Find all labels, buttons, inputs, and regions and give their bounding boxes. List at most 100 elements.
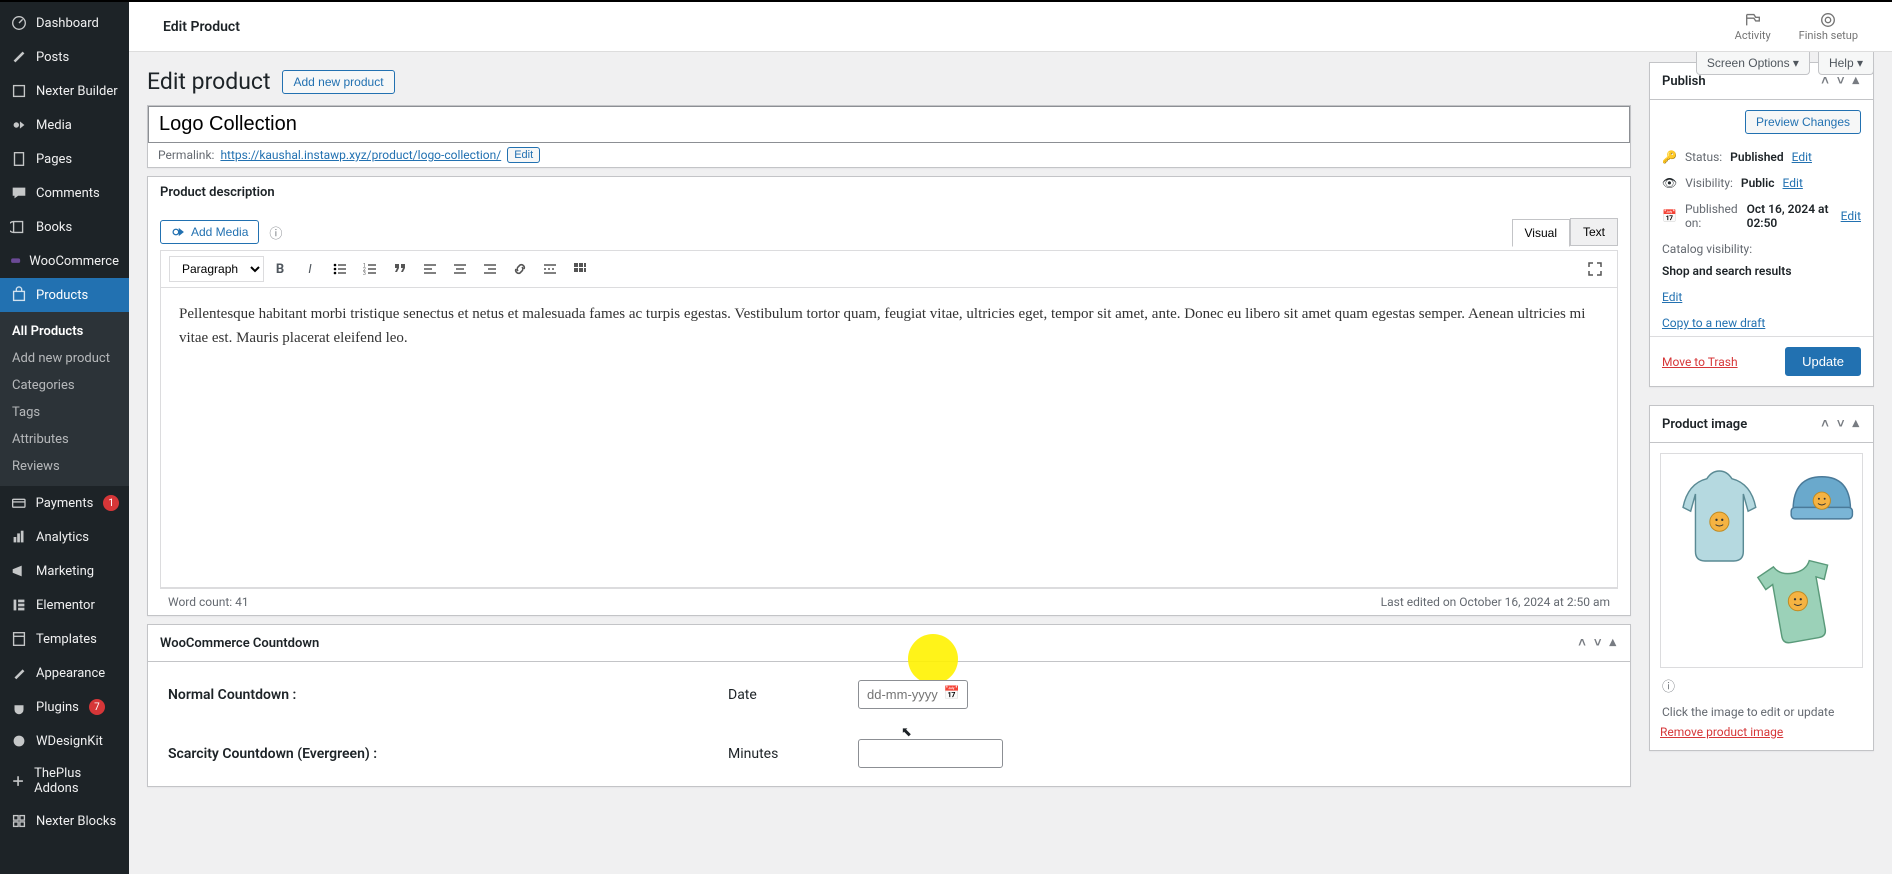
product-icon bbox=[10, 286, 28, 304]
visual-tab[interactable]: Visual bbox=[1512, 219, 1570, 247]
sidebar-item-pages[interactable]: Pages bbox=[0, 142, 129, 176]
quote-button[interactable] bbox=[386, 255, 414, 283]
move-up-icon[interactable]: ˄ bbox=[1819, 414, 1831, 434]
activity-link[interactable]: Activity bbox=[1735, 11, 1771, 42]
last-edited: Last edited on October 16, 2024 at 2:50 … bbox=[1381, 595, 1610, 609]
help-toggle[interactable]: Help ▾ bbox=[1818, 52, 1874, 75]
countdown-minutes-input[interactable] bbox=[858, 739, 1003, 768]
italic-button[interactable]: I bbox=[296, 255, 324, 283]
box-title: Publish bbox=[1662, 74, 1706, 89]
card-icon bbox=[10, 494, 28, 512]
move-up-icon[interactable]: ˄ bbox=[1576, 633, 1588, 653]
book-icon bbox=[10, 218, 28, 236]
minutes-label: Minutes bbox=[728, 746, 858, 762]
submenu-tags[interactable]: Tags bbox=[0, 399, 129, 426]
edit-catalog-link[interactable]: Edit bbox=[1662, 290, 1682, 304]
permalink-url[interactable]: https://kaushal.instawp.xyz/product/logo… bbox=[220, 148, 501, 162]
submenu-add-new[interactable]: Add new product bbox=[0, 345, 129, 372]
eye-icon: 👁 bbox=[1662, 176, 1677, 190]
woo-icon bbox=[10, 252, 21, 270]
permalink-row: Permalink: https://kaushal.instawp.xyz/p… bbox=[148, 143, 1630, 167]
toggle-box-icon[interactable]: ▴ bbox=[1850, 414, 1861, 434]
move-down-icon[interactable]: ˅ bbox=[1592, 633, 1604, 653]
template-icon bbox=[10, 630, 28, 648]
more-button[interactable] bbox=[536, 255, 564, 283]
submenu-attributes[interactable]: Attributes bbox=[0, 426, 129, 453]
bold-button[interactable]: B bbox=[266, 255, 294, 283]
sidebar-item-media[interactable]: Media bbox=[0, 108, 129, 142]
sidebar-item-comments[interactable]: Comments bbox=[0, 176, 129, 210]
comment-icon bbox=[10, 184, 28, 202]
move-down-icon[interactable]: ˅ bbox=[1835, 414, 1847, 434]
editor-content[interactable]: Pellentesque habitant morbi tristique se… bbox=[160, 288, 1618, 588]
submenu-categories[interactable]: Categories bbox=[0, 372, 129, 399]
calendar-icon[interactable]: 📅 bbox=[944, 686, 960, 701]
edit-permalink-button[interactable]: Edit bbox=[507, 147, 540, 163]
product-image[interactable] bbox=[1660, 453, 1863, 668]
sidebar-item-appearance[interactable]: Appearance bbox=[0, 656, 129, 690]
preview-changes-button[interactable]: Preview Changes bbox=[1745, 110, 1861, 134]
badge-count: 1 bbox=[103, 495, 119, 511]
box-icon bbox=[10, 82, 28, 100]
box-title: Product image bbox=[1662, 417, 1747, 432]
edit-status-link[interactable]: Edit bbox=[1792, 150, 1812, 164]
submenu-all-products[interactable]: All Products bbox=[0, 318, 129, 345]
toolbar-toggle-button[interactable] bbox=[566, 255, 594, 283]
link-button[interactable] bbox=[506, 255, 534, 283]
align-center-button[interactable] bbox=[446, 255, 474, 283]
submenu-reviews[interactable]: Reviews bbox=[0, 453, 129, 480]
woocommerce-countdown-box: WooCommerce Countdown ˄ ˅ ▴ Normal Count… bbox=[147, 624, 1631, 787]
box-title: Product description bbox=[160, 185, 275, 200]
nb-icon bbox=[10, 812, 28, 830]
sidebar-item-posts[interactable]: Posts bbox=[0, 40, 129, 74]
heading: Edit product bbox=[147, 68, 270, 95]
highlight-marker bbox=[908, 634, 958, 684]
sidebar-item-theplus[interactable]: ThePlus Addons bbox=[0, 758, 129, 804]
sidebar-item-analytics[interactable]: Analytics bbox=[0, 520, 129, 554]
screen-options-bar: Screen Options ▾ Help ▾ bbox=[1696, 52, 1874, 75]
topbar: Edit Product Activity Finish setup bbox=[129, 2, 1892, 52]
format-select[interactable]: Paragraph bbox=[169, 256, 264, 282]
add-media-button[interactable]: Add Media bbox=[160, 220, 259, 244]
align-left-button[interactable] bbox=[416, 255, 444, 283]
finish-setup-link[interactable]: Finish setup bbox=[1799, 11, 1858, 42]
sidebar-item-wdesignkit[interactable]: WDesignKit bbox=[0, 724, 129, 758]
edit-visibility-link[interactable]: Edit bbox=[1783, 176, 1803, 190]
word-count: Word count: 41 bbox=[168, 595, 249, 609]
align-right-button[interactable] bbox=[476, 255, 504, 283]
plus-icon bbox=[10, 772, 26, 790]
sidebar-item-payments[interactable]: Payments1 bbox=[0, 486, 129, 520]
move-to-trash-link[interactable]: Move to Trash bbox=[1662, 355, 1738, 369]
date-label: Date bbox=[728, 687, 858, 703]
sidebar-item-products[interactable]: Products bbox=[0, 278, 129, 312]
sidebar-item-templates[interactable]: Templates bbox=[0, 622, 129, 656]
sidebar-item-marketing[interactable]: Marketing bbox=[0, 554, 129, 588]
calendar-icon: 📅 bbox=[1662, 209, 1677, 223]
remove-image-link[interactable]: Remove product image bbox=[1660, 725, 1783, 739]
text-tab[interactable]: Text bbox=[1570, 218, 1618, 246]
screen-options-toggle[interactable]: Screen Options ▾ bbox=[1696, 52, 1810, 75]
product-title-input[interactable] bbox=[148, 106, 1630, 143]
image-help-text: Click the image to edit or update bbox=[1660, 699, 1863, 725]
fullscreen-button[interactable] bbox=[1581, 255, 1609, 283]
sidebar-item-books[interactable]: Books bbox=[0, 210, 129, 244]
numbered-list-button[interactable]: 123 bbox=[356, 255, 384, 283]
megaphone-icon bbox=[10, 562, 28, 580]
bullet-list-button[interactable] bbox=[326, 255, 354, 283]
elementor-icon bbox=[10, 596, 28, 614]
sidebar-item-nexterblocks[interactable]: Nexter Blocks bbox=[0, 804, 129, 838]
help-icon[interactable]: ⓘ bbox=[269, 223, 282, 242]
sidebar-item-woocommerce[interactable]: WooCommerce bbox=[0, 244, 129, 278]
sidebar-item-plugins[interactable]: Plugins7 bbox=[0, 690, 129, 724]
sidebar-item-elementor[interactable]: Elementor bbox=[0, 588, 129, 622]
page-icon bbox=[10, 150, 28, 168]
help-icon[interactable]: ⓘ bbox=[1660, 672, 1863, 699]
toggle-box-icon[interactable]: ▴ bbox=[1607, 633, 1618, 653]
sidebar-item-dashboard[interactable]: Dashboard bbox=[0, 6, 129, 40]
edit-date-link[interactable]: Edit bbox=[1841, 209, 1861, 223]
add-new-product-button[interactable]: Add new product bbox=[282, 70, 394, 94]
copy-draft-link[interactable]: Copy to a new draft bbox=[1662, 316, 1765, 330]
publish-box: Publish ˄ ˅ ▴ Preview Changes 🔑 Status: bbox=[1649, 62, 1874, 387]
sidebar-item-nexter-builder[interactable]: Nexter Builder bbox=[0, 74, 129, 108]
update-button[interactable]: Update bbox=[1785, 347, 1861, 376]
